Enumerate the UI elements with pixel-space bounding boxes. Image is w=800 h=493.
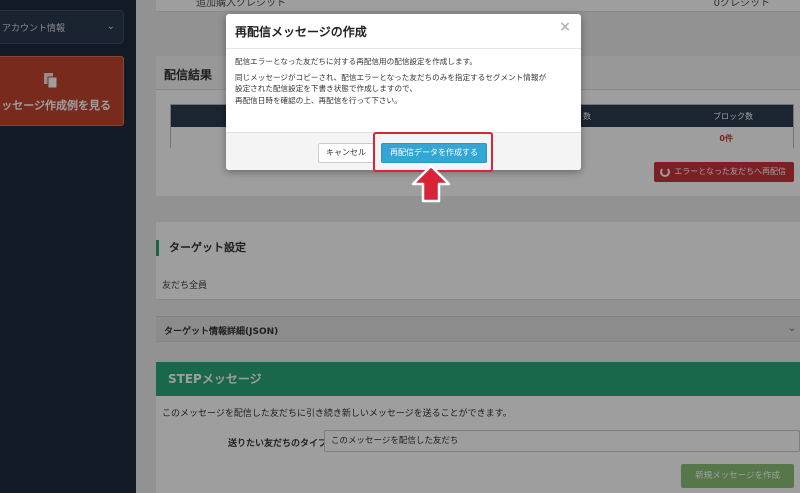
pointer-arrow-icon [411,164,451,203]
modal-body-line: 配信エラーとなった友だちに対する再配信用の配信設定を作成します。 [235,57,478,66]
modal-divider [226,48,581,49]
modal-body-line: 設定された配信設定を下書き状態で作成しますので、 [235,84,417,93]
close-icon[interactable]: × [559,19,571,35]
modal-body-line: 再配信日時を確認の上、再配信を行って下さい。 [235,95,402,105]
modal-title: 再配信メッセージの作成 [235,25,367,39]
cancel-button[interactable]: キャンセル [318,143,374,163]
modal-body-line: 同じメッセージがコピーされ、配信エラーとなった友だちのみを指定するセグメント情報… [235,72,547,82]
modal-body: 配信エラーとなった友だちに対する再配信用の配信設定を作成します。 同じメッセージ… [235,56,575,106]
